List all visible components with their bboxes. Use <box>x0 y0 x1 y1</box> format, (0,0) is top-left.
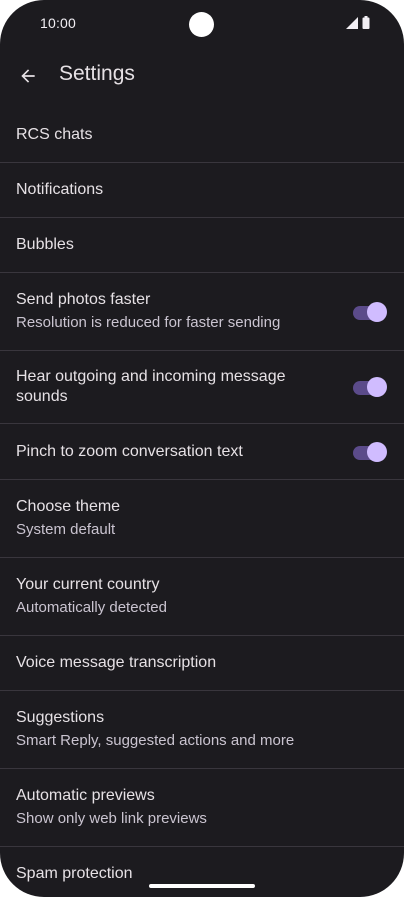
app-bar: Settings <box>0 48 404 104</box>
settings-item-subtitle: Automatically detected <box>16 599 167 616</box>
settings-item-title: Bubbles <box>16 236 74 253</box>
settings-item-title: Suggestions <box>16 709 105 726</box>
cellular-signal-icon <box>346 16 358 29</box>
settings-item-title: Hear outgoing and incoming message sound… <box>16 368 286 405</box>
settings-list: RCS chats Notifications Bubbles Send pho… <box>0 108 404 897</box>
status-bar: 10:00 <box>0 0 404 48</box>
settings-item-title: Spam protection <box>16 865 133 882</box>
settings-item-send-photos-faster[interactable]: Send photos faster Resolution is reduced… <box>0 273 404 351</box>
settings-item-title: Automatic previews <box>16 787 155 804</box>
settings-item-suggestions[interactable]: Suggestions Smart Reply, suggested actio… <box>0 691 404 769</box>
settings-item-title: Send photos faster <box>16 291 151 308</box>
settings-item-subtitle: Smart Reply, suggested actions and more <box>16 732 295 749</box>
settings-item-subtitle: System default <box>16 521 116 538</box>
settings-item-voice-transcription[interactable]: Voice message transcription <box>0 636 404 691</box>
settings-item-automatic-previews[interactable]: Automatic previews Show only web link pr… <box>0 769 404 847</box>
settings-item-message-sounds[interactable]: Hear outgoing and incoming message sound… <box>0 351 404 424</box>
settings-item-title: Pinch to zoom conversation text <box>16 442 243 460</box>
arrow-back-icon <box>21 69 35 83</box>
home-indicator[interactable] <box>149 884 255 888</box>
battery-icon <box>362 16 370 29</box>
settings-item-bubbles[interactable]: Bubbles <box>0 218 404 273</box>
settings-item-title: Notifications <box>16 181 104 198</box>
settings-item-spam-protection[interactable]: Spam protection <box>0 847 404 897</box>
status-icons <box>346 16 370 29</box>
page-title: Settings <box>59 62 135 85</box>
settings-item-title: Voice message transcription <box>16 654 217 671</box>
phone-screen: 10:00 Settings RCS chats Notifications B… <box>0 0 404 897</box>
status-time: 10:00 <box>40 15 77 31</box>
settings-item-title: Choose theme <box>16 498 121 515</box>
message-sounds-toggle[interactable] <box>353 377 387 397</box>
camera-cutout <box>189 12 214 37</box>
settings-item-subtitle: Resolution is reduced for faster sending <box>16 314 281 331</box>
settings-item-rcs-chats[interactable]: RCS chats <box>0 108 404 163</box>
settings-item-pinch-to-zoom[interactable]: Pinch to zoom conversation text <box>0 424 404 480</box>
settings-item-title: RCS chats <box>16 126 93 143</box>
toggle-thumb <box>367 301 387 322</box>
back-button[interactable] <box>12 58 44 94</box>
settings-item-title: Your current country <box>16 576 160 593</box>
settings-item-subtitle: Show only web link previews <box>16 810 207 827</box>
pinch-to-zoom-toggle[interactable] <box>353 441 387 462</box>
settings-item-choose-theme[interactable]: Choose theme System default <box>0 480 404 558</box>
settings-item-notifications[interactable]: Notifications <box>0 163 404 218</box>
toggle-thumb <box>367 441 387 462</box>
send-photos-faster-toggle[interactable] <box>353 301 387 322</box>
settings-item-current-country[interactable]: Your current country Automatically detec… <box>0 558 404 636</box>
toggle-thumb <box>367 377 387 397</box>
